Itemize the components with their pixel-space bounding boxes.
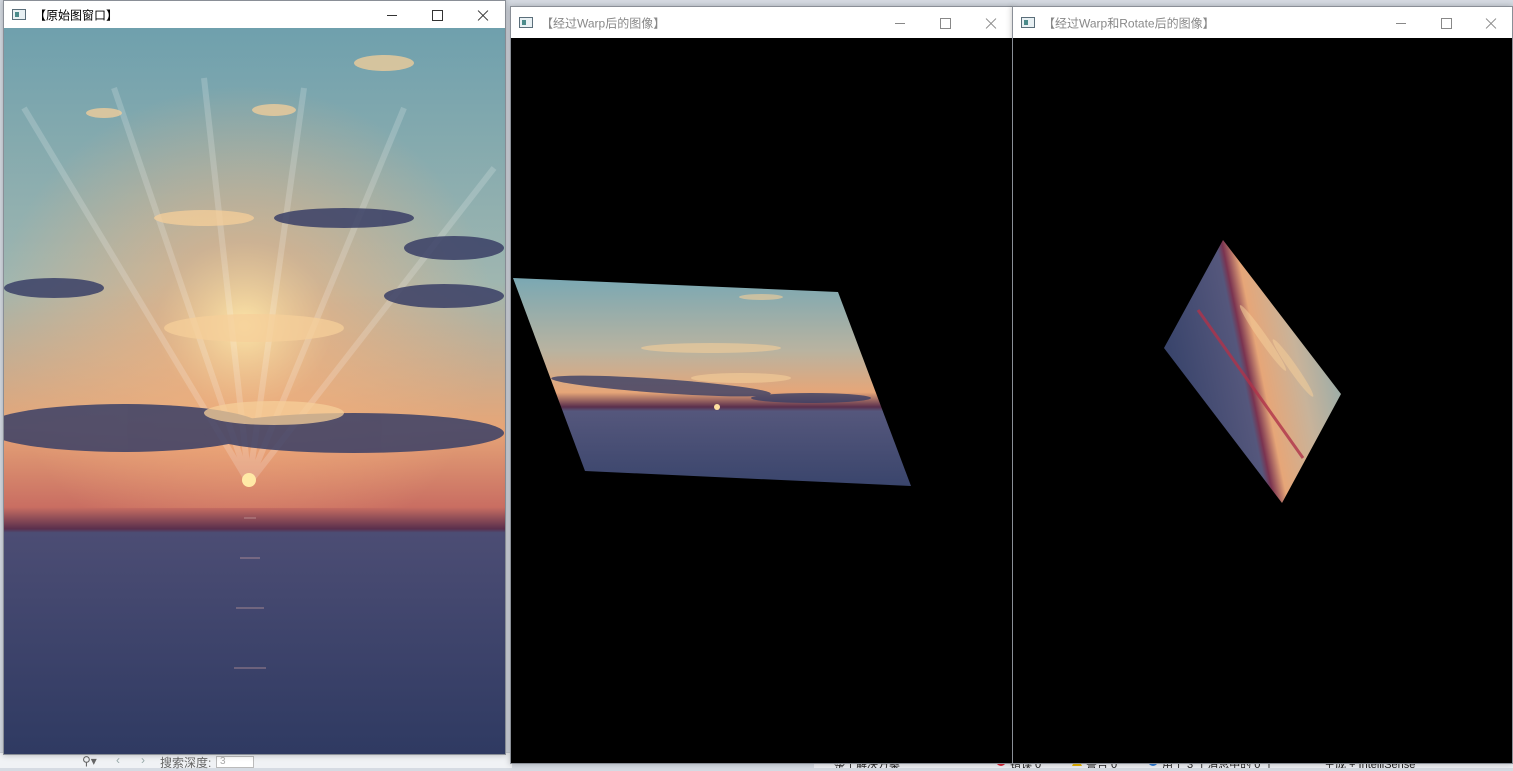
- minimize-icon[interactable]: [1390, 14, 1412, 32]
- warped-sunset-image: [513, 278, 911, 486]
- window-app-icon: [519, 16, 533, 28]
- maximize-icon[interactable]: [426, 6, 448, 24]
- window-title: 【原始图窗口】: [34, 8, 119, 22]
- close-icon[interactable]: [472, 6, 494, 24]
- window-app-icon: [1021, 16, 1035, 28]
- warp-window[interactable]: 【经过Warp后的图像】: [510, 6, 1014, 764]
- original-window[interactable]: 【原始图窗口】: [3, 0, 506, 755]
- back-arrow-icon[interactable]: ‹: [116, 753, 120, 767]
- warp-image-canvas: [511, 38, 1013, 763]
- minimize-icon[interactable]: [889, 14, 911, 32]
- minimize-icon[interactable]: [381, 6, 403, 24]
- close-icon[interactable]: [980, 14, 1002, 32]
- window-title: 【经过Warp后的图像】: [541, 16, 666, 30]
- window-title: 【经过Warp和Rotate后的图像】: [1043, 16, 1215, 30]
- original-image-canvas: [4, 28, 505, 754]
- title-bar[interactable]: 【经过Warp后的图像】: [511, 7, 1013, 38]
- maximize-icon[interactable]: [934, 14, 956, 32]
- window-app-icon: [12, 8, 26, 20]
- search-icon[interactable]: ⚲▾: [82, 754, 97, 768]
- close-icon[interactable]: [1480, 14, 1502, 32]
- search-depth-label: 搜索深度:: [160, 756, 212, 770]
- title-bar[interactable]: 【经过Warp和Rotate后的图像】: [1013, 7, 1512, 38]
- warp-rotate-window[interactable]: 【经过Warp和Rotate后的图像】: [1012, 6, 1513, 764]
- rotated-sunset-image: [1164, 240, 1341, 503]
- maximize-icon[interactable]: [1435, 14, 1457, 32]
- title-bar[interactable]: 【原始图窗口】: [4, 1, 505, 28]
- search-depth-input[interactable]: 3: [216, 756, 254, 768]
- warp-rotate-image-canvas: [1013, 38, 1512, 763]
- forward-arrow-icon[interactable]: ›: [141, 753, 145, 767]
- sunset-image: [4, 28, 505, 754]
